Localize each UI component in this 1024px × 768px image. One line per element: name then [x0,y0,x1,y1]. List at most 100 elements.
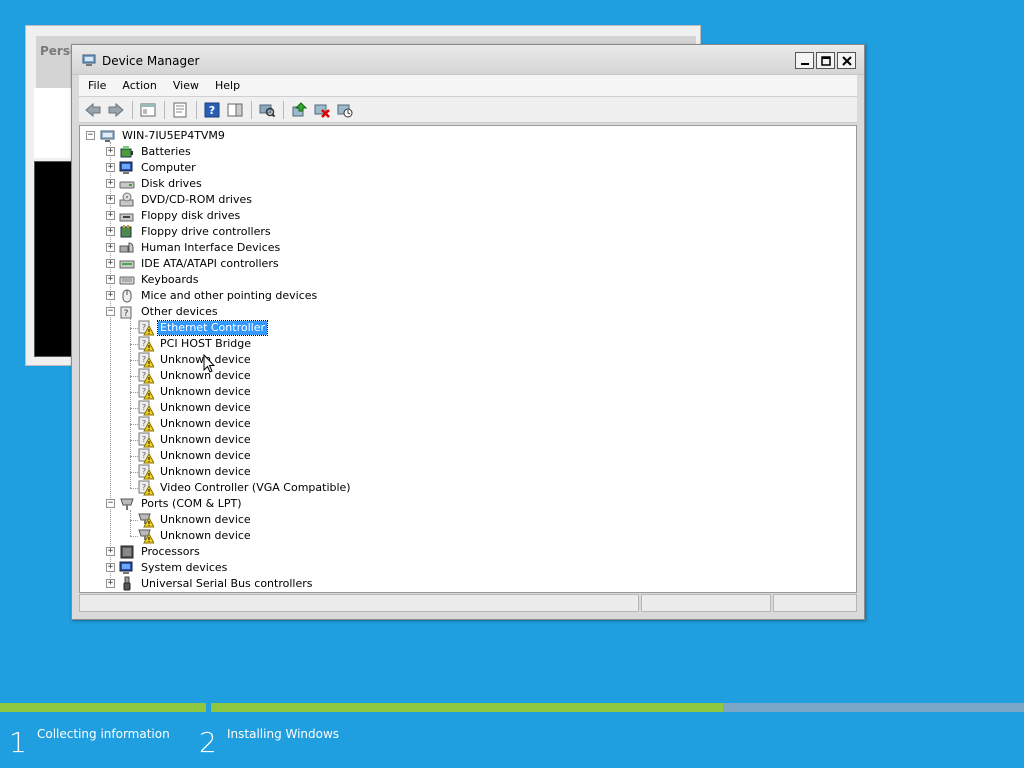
tree-device-item[interactable]: ? Unknown device [138,384,253,400]
tree-node-label: Unknown device [160,417,251,430]
tree-connector [130,360,138,361]
tree-device-item[interactable]: ? Unknown device [138,400,253,416]
svg-text:?: ? [142,323,146,332]
svg-text:?: ? [142,339,146,348]
tree-connector [130,520,138,521]
close-button[interactable] [837,52,856,69]
menu-file[interactable]: File [88,79,115,92]
expand-icon[interactable]: + [106,211,115,220]
tree-node-label: Processors [141,545,200,558]
expand-icon[interactable]: + [106,547,115,556]
computer-icon [119,161,133,174]
tree-root-node[interactable]: WIN-7IU5EP4TVM9 [100,128,227,144]
menu-view[interactable]: View [173,79,208,92]
warning-port-icon [138,529,154,544]
expand-icon[interactable]: + [106,563,115,572]
step2-progress-fill [211,703,723,712]
tree-device-item[interactable]: ? Unknown device [138,448,253,464]
tree-device-item[interactable]: Unknown device [138,528,253,544]
tree-category-floppy-disk-drives[interactable]: Floppy disk drives [119,208,242,224]
tree-category-processors[interactable]: Processors [119,544,202,560]
title-bar[interactable]: Device Manager [72,45,864,75]
tree-device-item[interactable]: ? Unknown device [138,432,253,448]
svg-text:?: ? [142,403,146,412]
expand-icon[interactable]: + [106,291,115,300]
tree-device-item[interactable]: ? Ethernet Controller [138,320,268,336]
tree-device-item[interactable]: ? Unknown device [138,368,253,384]
back-button[interactable] [82,100,104,120]
step-1-number: 1 [9,726,27,759]
uninstall-button[interactable] [311,100,333,120]
tree-device-item[interactable]: ? Video Controller (VGA Compatible) [138,480,353,496]
tree-node-label: DVD/CD-ROM drives [141,193,252,206]
minimize-button[interactable] [795,52,814,69]
tree-node-label: Unknown device [160,465,251,478]
tree-device-item[interactable]: ? Unknown device [138,464,253,480]
tree-category-ports-com-lpt-[interactable]: Ports (COM & LPT) [119,496,244,512]
expand-icon[interactable]: + [106,195,115,204]
disable-device-button[interactable] [334,100,356,120]
expand-icon[interactable]: + [106,579,115,588]
forward-button[interactable] [105,100,127,120]
properties-button[interactable] [169,100,191,120]
tree-device-item[interactable]: ? PCI HOST Bridge [138,336,253,352]
expand-icon[interactable]: + [106,179,115,188]
svg-text:?: ? [142,355,146,364]
tree-category-keyboards[interactable]: Keyboards [119,272,200,288]
tree-category-other-devices[interactable]: ? Other devices [119,304,220,320]
tree-category-human-interface-devices[interactable]: Human Interface Devices [119,240,282,256]
tree-category-disk-drives[interactable]: Disk drives [119,176,204,192]
expand-icon[interactable]: + [106,163,115,172]
tree-node-label: Computer [141,161,196,174]
maximize-button[interactable] [816,52,835,69]
scan-hardware-button[interactable] [256,100,278,120]
tree-node-label: Unknown device [160,433,251,446]
tree-node-label: Other devices [141,305,218,318]
tree-category-floppy-drive-controllers[interactable]: Floppy drive controllers [119,224,273,240]
floppy-drive-icon [119,213,134,222]
tree-device-item[interactable]: ? Unknown device [138,352,253,368]
warning-port-icon [138,513,154,528]
collapse-icon[interactable]: − [86,131,95,140]
expand-icon[interactable]: + [106,243,115,252]
status-cell-3 [773,594,857,612]
expand-icon[interactable]: + [106,259,115,268]
expand-icon[interactable]: + [106,275,115,284]
update-driver-button[interactable] [288,100,310,120]
action-pane-button[interactable] [224,100,246,120]
tree-category-batteries[interactable]: Batteries [119,144,193,160]
tree-node-label: Unknown device [160,401,251,414]
toolbar-separator [251,100,252,119]
expand-icon[interactable]: + [106,147,115,156]
tree-category-universal-serial-bus-controllers[interactable]: Universal Serial Bus controllers [119,576,314,592]
tree-device-item[interactable]: ? Unknown device [138,416,253,432]
tree-category-mice-and-other-pointing-devices[interactable]: Mice and other pointing devices [119,288,319,304]
mouse-icon [122,289,132,303]
toolbar-separator [196,100,197,119]
menu-action[interactable]: Action [122,79,165,92]
tree-connector [130,318,131,488]
uninstall-icon [314,104,330,118]
collapse-icon[interactable]: − [106,499,115,508]
tree-category-ide-ata-atapi-controllers[interactable]: IDE ATA/ATAPI controllers [119,256,281,272]
expand-icon[interactable]: + [106,227,115,236]
tree-node-label: WIN-7IU5EP4TVM9 [122,129,225,142]
tree-device-item[interactable]: Unknown device [138,512,253,528]
scan-hardware-icon [259,104,275,117]
help-icon: ? [204,102,220,117]
show-hide-tree-button[interactable] [137,100,159,120]
tree-connector [130,392,138,393]
tree-node-label: System devices [141,561,228,574]
svg-text:?: ? [142,419,146,428]
status-bar [79,594,857,612]
device-tree[interactable]: WIN-7IU5EP4TVM9 − Batteries + Computer + Disk … [79,125,857,593]
tree-category-system-devices[interactable]: System devices [119,560,229,576]
system-devices-icon [119,561,133,574]
help-button[interactable]: ? [201,100,223,120]
tree-category-computer[interactable]: Computer [119,160,198,176]
setup-steps: 1 Collecting information 2 Installing Wi… [0,718,1024,768]
device-manager-window[interactable]: Device Manager File Action View Help ? W… [71,44,865,620]
menu-help[interactable]: Help [215,79,249,92]
tree-category-dvd-cd-rom-drives[interactable]: DVD/CD-ROM drives [119,192,254,208]
collapse-icon[interactable]: − [106,307,115,316]
